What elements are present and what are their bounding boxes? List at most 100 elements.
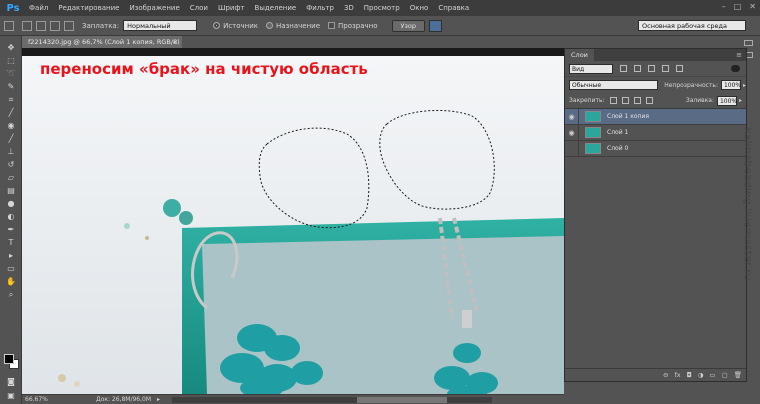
move-tool-icon[interactable]: ✥ (4, 42, 18, 53)
maximize-button[interactable]: □ (734, 2, 742, 11)
workspace-select[interactable]: Основная рабочая среда (638, 20, 746, 31)
new-layer-icon[interactable]: ▢ (722, 371, 728, 379)
lock-transparency-icon[interactable] (609, 97, 617, 104)
filter-adjustment-icon[interactable] (634, 65, 641, 72)
quick-mask-icon[interactable]: ◙ (4, 376, 18, 387)
horizontal-scrollbar[interactable] (172, 397, 492, 403)
type-tool-icon[interactable]: T (4, 237, 18, 248)
filter-toggle[interactable] (731, 65, 740, 72)
panel-menu-icon[interactable]: ≡ (736, 51, 742, 59)
document-canvas[interactable]: переносим «брак» на чистую область (22, 48, 564, 394)
document-tab[interactable]: f2214320.jpg @ 66,7% (Слой 1 копия, RGB/… (22, 36, 182, 58)
layer-row[interactable]: ◉ Слой 0 (565, 140, 746, 157)
mask-icon[interactable]: ◘ (687, 371, 692, 379)
hand-tool-icon[interactable]: ✋ (4, 276, 18, 287)
photoshop-logo: Ps (6, 2, 20, 14)
patch-mode-select[interactable]: Нормальный (123, 20, 198, 31)
zoom-level[interactable]: 66.67% (22, 396, 56, 403)
bead (58, 374, 66, 382)
folder-icon[interactable]: ▭ (709, 371, 715, 379)
adjustment-icon[interactable]: ◑ (698, 371, 704, 379)
fx-icon[interactable]: fx (674, 371, 680, 379)
menu-bar: Ps Файл Редактирование Изображение Слои … (0, 0, 760, 16)
crop-tool-icon[interactable]: ⌗ (4, 94, 18, 105)
use-pattern-button[interactable]: Узор (391, 19, 426, 32)
marquee-tool-icon[interactable]: ⬚ (4, 55, 18, 66)
patch-tool-icon[interactable] (4, 20, 14, 31)
layer-row[interactable]: ◉ Слой 1 копия (565, 108, 746, 125)
link-icon[interactable]: ⊖ (663, 371, 668, 379)
dodge-tool-icon[interactable]: ◐ (4, 211, 18, 222)
bead (74, 381, 80, 387)
eyedropper-tool-icon[interactable]: ╱ (4, 107, 18, 118)
filter-shape-icon[interactable] (662, 65, 669, 72)
eraser-tool-icon[interactable]: ▱ (4, 172, 18, 183)
menu-help[interactable]: Справка (433, 4, 474, 12)
menu-edit[interactable]: Редактирование (53, 4, 124, 12)
source-radio[interactable] (213, 22, 221, 29)
close-window-button[interactable]: ✕ (749, 2, 756, 11)
filter-smart-object-icon[interactable] (676, 65, 683, 72)
menu-view[interactable]: Просмотр (359, 4, 405, 12)
lasso-tool-icon[interactable]: ➰ (4, 68, 18, 79)
menu-image[interactable]: Изображение (124, 4, 184, 12)
transparent-checkbox[interactable] (328, 22, 336, 29)
menu-layers[interactable]: Слои (185, 4, 213, 12)
selection-add-icon[interactable] (36, 20, 46, 31)
watermark-text: kalinabeading.livemaster.ru (741, 127, 755, 281)
opacity-input[interactable]: 100% (720, 80, 741, 90)
layer-row[interactable]: ◉ Слой 1 (565, 124, 746, 141)
minimize-button[interactable]: – (722, 2, 726, 11)
blur-tool-icon[interactable]: ● (4, 198, 18, 209)
fill-caret-icon[interactable]: ▸ (739, 97, 742, 104)
gradient-tool-icon[interactable]: ▤ (4, 185, 18, 196)
menu-filter[interactable]: Фильтр (301, 4, 339, 12)
destination-label: Назначение (276, 21, 321, 30)
menu-3d[interactable]: 3D (339, 4, 359, 12)
history-brush-tool-icon[interactable]: ↺ (4, 159, 18, 170)
opacity-caret-icon[interactable]: ▸ (743, 82, 746, 89)
status-menu-arrow[interactable]: ▸ (157, 396, 160, 403)
layer-thumbnail (585, 127, 601, 138)
foreground-color-swatch[interactable] (4, 354, 14, 364)
lock-pixels-icon[interactable] (621, 97, 629, 104)
patch-tool-icon[interactable]: ◉ (4, 120, 18, 131)
screen-mode-icon[interactable]: ▣ (4, 390, 18, 401)
menu-select[interactable]: Выделение (250, 4, 302, 12)
panel-collapse-icon[interactable] (744, 40, 753, 46)
layer-filter-select[interactable]: Вид (569, 63, 613, 74)
document-size: Док: 26,8M/96,0M (96, 396, 152, 403)
stamp-tool-icon[interactable]: ⊥ (4, 146, 18, 157)
close-document-icon[interactable]: × (173, 36, 178, 48)
layer-name: Слой 1 (607, 129, 629, 136)
selection-new-icon[interactable] (22, 20, 32, 31)
menu-file[interactable]: Файл (24, 4, 53, 12)
quick-select-tool-icon[interactable]: ✎ (4, 81, 18, 92)
brush-tool-icon[interactable]: ╱ (4, 133, 18, 144)
lock-label: Закрепить: (569, 97, 605, 104)
pen-tool-icon[interactable]: ✒ (4, 224, 18, 235)
selection-intersect-icon[interactable] (64, 20, 74, 31)
zoom-tool-icon[interactable]: ⌕ (4, 289, 18, 300)
filter-type-icon[interactable] (648, 65, 655, 72)
menu-window[interactable]: Окно (405, 4, 434, 12)
layers-tab[interactable]: Слои (565, 49, 594, 61)
filter-pixel-icon[interactable] (620, 65, 627, 72)
visibility-eye-icon[interactable]: ◉ (565, 124, 579, 141)
selection-subtract-icon[interactable] (50, 20, 60, 31)
shape-tool-icon[interactable]: ▭ (4, 263, 18, 274)
menu-type[interactable]: Шрифт (213, 4, 250, 12)
blend-mode-select[interactable]: Обычные (569, 80, 659, 90)
lock-all-icon[interactable] (645, 97, 653, 104)
visibility-eye-icon[interactable]: ◉ (565, 140, 579, 157)
visibility-eye-icon[interactable]: ◉ (565, 108, 579, 125)
fill-input[interactable]: 100% (716, 95, 737, 106)
scrollbar-thumb[interactable] (357, 397, 447, 403)
lock-position-icon[interactable] (633, 97, 641, 104)
pattern-picker[interactable] (429, 19, 443, 32)
destination-radio[interactable] (266, 22, 274, 29)
trash-icon[interactable]: 🗑 (734, 371, 742, 379)
path-select-tool-icon[interactable]: ▸ (4, 250, 18, 261)
layers-panel-header: Слои ≡ (565, 49, 746, 61)
color-swatches[interactable] (4, 354, 20, 370)
